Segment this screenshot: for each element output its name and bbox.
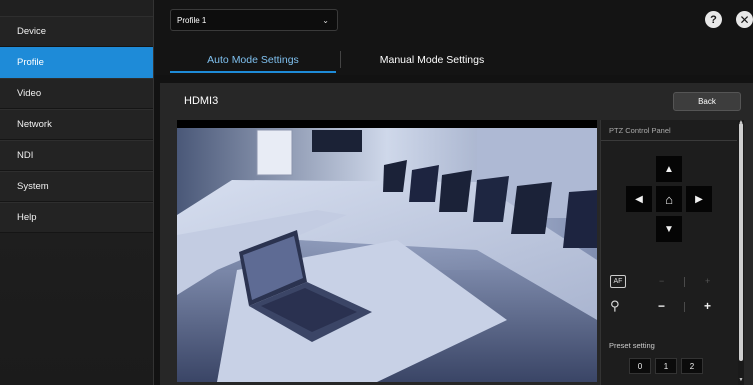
divider: [601, 140, 737, 141]
help-icon[interactable]: ?: [705, 11, 722, 28]
main-panel: HDMI3 Back PTZ Control Panel ▲ ◀ ⌂ ▶ ▼ A…: [160, 83, 753, 385]
video-preview: [177, 120, 597, 382]
arrow-up-icon: ▲: [664, 163, 674, 175]
scroll-down-icon[interactable]: ▼: [738, 377, 744, 383]
page-title: HDMI3: [184, 95, 219, 107]
pan-left-button[interactable]: ◀: [626, 186, 652, 212]
focus-minus-button: −: [659, 276, 665, 286]
ptz-scrollbar[interactable]: ▲ ▼: [738, 119, 744, 385]
tab-divider: [340, 51, 341, 68]
ptz-control-panel: PTZ Control Panel ▲ ◀ ⌂ ▶ ▼ AF − + ⚲ − +…: [600, 119, 744, 385]
preset-button-0[interactable]: 0: [629, 358, 651, 374]
preset-setting-label: Preset setting: [609, 341, 655, 350]
arrow-right-icon: ▶: [695, 193, 703, 205]
sidebar-item-ndi[interactable]: NDI: [0, 140, 153, 171]
preset-button-1[interactable]: 1: [655, 358, 677, 374]
auto-focus-icon[interactable]: AF: [610, 275, 626, 288]
profile-select[interactable]: Profile 1 ⌄: [170, 9, 338, 31]
zoom-in-button[interactable]: +: [704, 299, 711, 313]
sidebar: Device Profile Video Network NDI System …: [0, 0, 154, 385]
profile-select-value: Profile 1: [177, 15, 207, 25]
sidebar-item-device[interactable]: Device: [0, 16, 153, 47]
focus-plus-button: +: [705, 276, 711, 286]
sidebar-item-label: NDI: [17, 150, 34, 161]
video-frame-image: [177, 120, 597, 382]
tab-label: Manual Mode Settings: [379, 54, 485, 66]
home-icon: ⌂: [665, 191, 673, 207]
tab-auto-mode-settings[interactable]: Auto Mode Settings: [170, 47, 336, 73]
tab-manual-mode-settings[interactable]: Manual Mode Settings: [344, 47, 520, 73]
sidebar-item-label: Video: [17, 88, 42, 99]
back-button[interactable]: Back: [673, 92, 741, 111]
ptz-panel-title: PTZ Control Panel: [609, 126, 671, 135]
scrollbar-thumb[interactable]: [739, 123, 743, 361]
sidebar-top-spacer: [0, 0, 153, 16]
pan-down-button[interactable]: ▼: [656, 216, 682, 242]
sidebar-item-profile[interactable]: Profile: [0, 47, 153, 78]
arrow-left-icon: ◀: [635, 193, 643, 205]
active-tab-indicator: [170, 71, 336, 73]
top-bar: Profile 1 ⌄ ? ✕ Auto Mode Settings Manua…: [154, 0, 753, 75]
pan-right-button[interactable]: ▶: [686, 186, 712, 212]
preset-button-2[interactable]: 2: [681, 358, 703, 374]
tab-label: Auto Mode Settings: [207, 54, 299, 66]
zoom-icon: ⚲: [610, 298, 620, 313]
focus-divider: [684, 277, 685, 287]
sidebar-item-label: Profile: [17, 57, 44, 68]
sidebar-item-label: Device: [17, 26, 47, 37]
sidebar-item-label: Network: [17, 119, 52, 130]
sidebar-item-system[interactable]: System: [0, 171, 153, 202]
sidebar-item-help[interactable]: Help: [0, 202, 153, 233]
close-icon[interactable]: ✕: [736, 11, 753, 28]
zoom-out-button[interactable]: −: [658, 299, 665, 313]
pan-up-button[interactable]: ▲: [656, 156, 682, 182]
zoom-divider: [684, 302, 685, 312]
chevron-down-icon: ⌄: [322, 15, 329, 25]
arrow-down-icon: ▼: [664, 223, 674, 235]
sidebar-item-network[interactable]: Network: [0, 109, 153, 140]
sidebar-item-label: System: [17, 181, 49, 192]
sidebar-item-video[interactable]: Video: [0, 78, 153, 109]
home-button[interactable]: ⌂: [656, 186, 682, 212]
sidebar-item-label: Help: [17, 212, 37, 223]
